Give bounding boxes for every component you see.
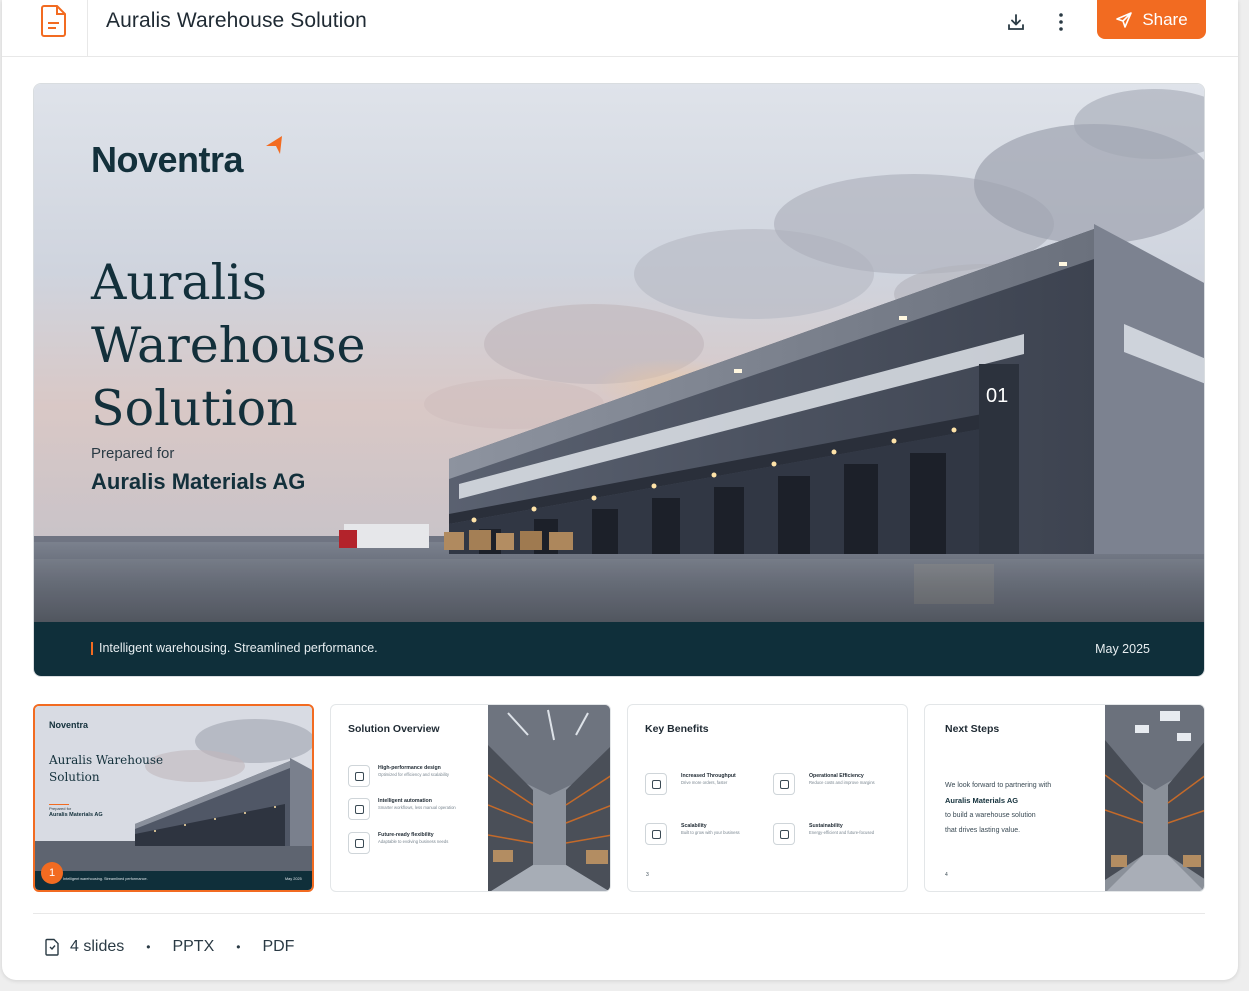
benefit-heading: Scalability [681,823,707,829]
benefit-text: Built to grow with your business [681,830,740,835]
flexibility-icon [348,832,370,854]
format-pdf: PDF [262,938,295,955]
overview-item-text: Adaptable to evolving business needs [378,839,449,844]
thumbnail-title: Key Benefits [645,723,709,735]
slides-file-icon [45,938,59,956]
slide-thumbnail-4[interactable]: Next Steps We look forward to partnering… [924,704,1205,892]
next-steps-client: Auralis Materials AG [945,796,1019,805]
benefit-item: Sustainability Energy-efficient and futur… [773,823,874,845]
download-icon [1008,14,1024,30]
overview-item-heading: High-performance design [378,765,441,771]
building-number: 01 [986,385,1008,407]
file-icon-container [2,0,88,57]
more-options-button[interactable] [1047,8,1075,36]
slide-title: Auralis Warehouse Solution [91,254,366,437]
thumbnail-tagline: Intelligent warehousing. Streamlined per… [63,877,148,881]
slide-tagline: Intelligent warehousing. Streamlined per… [91,642,378,655]
thumbnail-warehouse-photo [35,706,312,890]
slide-count: 4 slides [70,938,125,955]
benefit-item: Scalability Built to grow with your busin… [645,823,740,845]
overview-item-heading: Future-ready flexibility [378,832,434,838]
thumbnail-title: Auralis Warehouse Solution [49,753,164,784]
overview-item: High-performance design Optimized for eff… [348,765,449,787]
warehouse-interior-photo [1105,705,1204,891]
slide-page-number: 3 [646,872,649,878]
slide-thumbnail-3[interactable]: Key Benefits Increased Throughput Drive m… [627,704,908,892]
benefit-text: Reduce costs and improve margins [809,780,875,785]
slide-date: May 2025 [1095,642,1150,656]
slide-thumbnail-2[interactable]: Solution Overview High-performance desig… [330,704,611,892]
document-title: Auralis Warehouse Solution [106,9,367,32]
share-button[interactable]: Share [1097,0,1206,39]
top-bar: Auralis Warehouse Solution Share [2,0,1238,57]
active-slide-badge: 1 [41,862,63,884]
slide-preview: 01 Noventra Auralis Warehouse Solution P… [33,83,1205,677]
meta-separator: • [146,940,151,954]
benefit-text: Energy-efficient and future-focused [809,830,875,835]
prepared-for-label: Prepared for [91,445,175,462]
slide-footer-band: Intelligent warehousing. Streamlined per… [34,622,1204,676]
slide-page-number: 4 [945,872,948,878]
download-button[interactable] [1002,8,1030,36]
footer-divider [33,913,1205,914]
thumbnail-accent-line [49,804,69,805]
share-button-label: Share [1142,9,1188,29]
warehouse-interior-photo [488,705,610,891]
benefit-text: Drive more orders, faster [681,780,728,785]
overview-item-heading: Intelligent automation [378,798,432,804]
format-pptx: PPTX [172,938,215,955]
overview-item-text: Smarter workflows, less manual operation [378,805,456,810]
presentation-viewer: Auralis Warehouse Solution Share 01 Nove… [2,0,1238,980]
thumbnail-title: Solution Overview [348,723,440,735]
benefit-heading: Operational Efficiency [809,773,864,779]
throughput-icon [645,773,667,795]
benefit-item: Operational Efficiency Reduce costs and i… [773,773,875,795]
benefit-item: Increased Throughput Drive more orders, f… [645,773,736,795]
thumbnail-date: May 2025 [285,877,302,881]
next-steps-line: We look forward to partnering with [945,782,1052,789]
meta-separator: • [236,940,241,954]
overview-item: Future-ready flexibility Adaptable to evo… [348,832,448,854]
scalability-icon [645,823,667,845]
design-icon [348,765,370,787]
overview-item: Intelligent automation Smarter workflows,… [348,798,456,820]
benefit-heading: Increased Throughput [681,773,736,779]
vertical-dots-icon [1059,13,1063,31]
overview-item-text: Optimized for efficiency and scalability [378,772,449,777]
benefit-heading: Sustainability [809,823,843,829]
next-steps-line: to build a warehouse solution [945,812,1036,819]
presentation-file-icon [41,5,66,37]
thumbnail-title: Next Steps [945,723,1000,735]
thumbnail-client: Auralis Materials AG [49,812,103,818]
thumbnail-logo: Noventra [49,720,89,730]
sustainability-icon [773,823,795,845]
send-icon [1116,11,1133,28]
logo-arrow-icon [266,136,282,154]
slide-thumbnail-1[interactable]: Noventra Auralis Warehouse Solution Prep… [33,704,314,892]
next-steps-line: that drives lasting value. [945,827,1021,834]
noventra-logo: Noventra [91,139,244,180]
thumbnail-prepared-label: Prepared for [49,806,72,811]
client-name: Auralis Materials AG [91,469,306,494]
file-meta: 4 slides • PPTX • PDF [44,938,294,956]
efficiency-icon [773,773,795,795]
automation-icon [348,798,370,820]
